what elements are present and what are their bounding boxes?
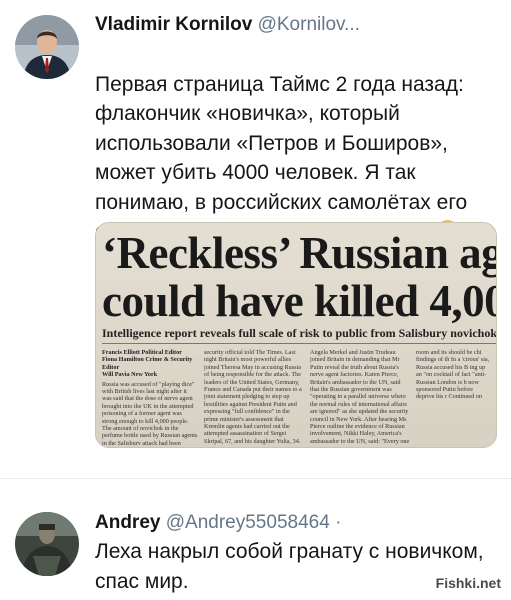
tweet-1-header: Vladimir Kornilov @Kornilov... — [95, 14, 360, 36]
newspaper-clipping: ‘Reckless’ Russian age could have killed… — [96, 223, 496, 447]
newspaper-headline-line-1: ‘Reckless’ Russian age — [102, 228, 497, 278]
avatar-photo-icon — [15, 512, 79, 576]
column-2-text: security official told The Times. Last n… — [204, 349, 302, 445]
newspaper-subheadline: Intelligence report reveals full scale o… — [102, 326, 497, 340]
fishki-watermark: Fishki.net — [431, 574, 505, 592]
tweet-1-text-content: Первая страница Таймс 2 года назад: флак… — [95, 72, 468, 244]
author-handle[interactable]: @Andrey55058464 — [166, 512, 330, 533]
newspaper-column-1: Francis Elliott Political Editor Fiona H… — [102, 349, 198, 445]
tweet-1-media-image[interactable]: ‘Reckless’ Russian age could have killed… — [95, 222, 497, 448]
tweet-1: Vladimir Kornilov @Kornilov... Первая ст… — [0, 0, 511, 470]
byline-1: Francis Elliott Political Editor — [102, 349, 182, 356]
byline-2: Fiona Hamilton Crime & Security Editor — [102, 356, 193, 371]
avatar-vladimir-kornilov[interactable] — [15, 15, 79, 79]
newspaper-headline-line-2: could have killed 4,00 — [102, 276, 497, 326]
author-name[interactable]: Andrey — [95, 512, 160, 533]
newspaper-column-3: Angela Merkel and Justin Trudeau joined … — [310, 349, 410, 445]
newspaper-rule — [102, 343, 496, 344]
separator-dot: · — [335, 512, 342, 533]
tweet-2-header: Andrey @Andrey55058464 · — [95, 512, 341, 534]
newspaper-column-2: security official told The Times. Last n… — [204, 349, 304, 445]
tweet-divider — [0, 478, 511, 479]
column-3-text: Angela Merkel and Justin Trudeau joined … — [310, 349, 410, 445]
author-name[interactable]: Vladimir Kornilov — [95, 14, 252, 35]
column-1-text: Russia was accused of "playing dice" wit… — [102, 380, 198, 445]
tweet-1-text: Первая страница Таймс 2 года назад: флак… — [95, 40, 505, 247]
newspaper-column-4: room and its should be chi findings of t… — [416, 349, 490, 445]
byline-3: Will Pavia New York — [102, 371, 158, 379]
author-handle[interactable]: @Kornilov... — [258, 14, 360, 35]
avatar-photo-icon — [15, 15, 79, 79]
avatar-andrey[interactable] — [15, 512, 79, 576]
column-4-text: room and its should be chi findings of t… — [416, 349, 490, 401]
